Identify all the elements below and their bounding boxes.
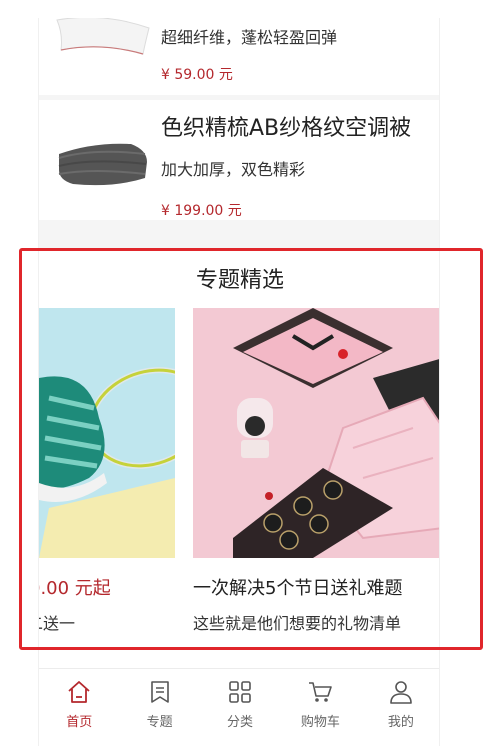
section-heading: 专题精选 <box>195 268 284 293</box>
product-desc: 加大加厚，双色精彩 <box>161 160 306 179</box>
product-item[interactable]: 超细纤维，蓬松轻盈回弹 ¥ 59.00 元 <box>39 18 439 95</box>
product-price: ¥ 199.00 元 <box>161 203 242 219</box>
product-title: 色织精梳AB纱格纹空调被 <box>161 116 412 141</box>
product-item[interactable]: 色织精梳AB纱格纹空调被 加大加厚，双色精彩 ¥ 199.00 元 <box>39 100 439 220</box>
gift-box-image <box>193 308 439 558</box>
app-screen: 超细纤维，蓬松轻盈回弹 ¥ 59.00 元 色织精梳AB纱格纹空调被 加大加厚，… <box>38 18 440 746</box>
topic-card-desc: 这些就是他们想要的礼物清单 <box>193 614 402 633</box>
grid-icon <box>229 681 251 703</box>
tab-label: 专题 <box>146 715 173 730</box>
topic-card[interactable]: 一次解决5个节日送礼难题 这些就是他们想要的礼物清单 <box>193 308 439 633</box>
bookmark-icon <box>150 681 169 703</box>
topic-section: 专题精选 0.00 元起 二送一 <box>39 248 439 668</box>
tab-cart[interactable]: 购物车 <box>280 669 360 746</box>
tab-category[interactable]: 分类 <box>200 669 280 746</box>
tab-label: 我的 <box>387 715 414 730</box>
cart-icon <box>309 682 333 702</box>
tab-home[interactable]: 首页 <box>39 669 119 746</box>
tab-label: 购物车 <box>300 715 340 730</box>
pillow-thumbnail <box>56 18 150 55</box>
tab-topics[interactable]: 专题 <box>119 669 199 746</box>
sneaker-racket-image <box>39 308 175 558</box>
bottom-tab-bar: 首页 专题 分类 购物车 我的 <box>39 668 439 746</box>
topic-card-title: 0.00 元起 <box>39 578 111 599</box>
tab-label: 首页 <box>66 715 93 730</box>
product-desc: 超细纤维，蓬松轻盈回弹 <box>161 28 338 47</box>
home-icon <box>68 681 90 703</box>
quilt-thumbnail <box>58 143 147 186</box>
tab-label: 分类 <box>227 715 254 730</box>
topic-card-desc: 二送一 <box>39 614 76 633</box>
product-price: ¥ 59.00 元 <box>161 67 233 83</box>
user-icon <box>390 681 412 704</box>
topic-card[interactable]: 0.00 元起 二送一 <box>39 308 175 633</box>
topic-card-title: 一次解决5个节日送礼难题 <box>193 578 403 599</box>
tab-profile[interactable]: 我的 <box>361 669 439 746</box>
